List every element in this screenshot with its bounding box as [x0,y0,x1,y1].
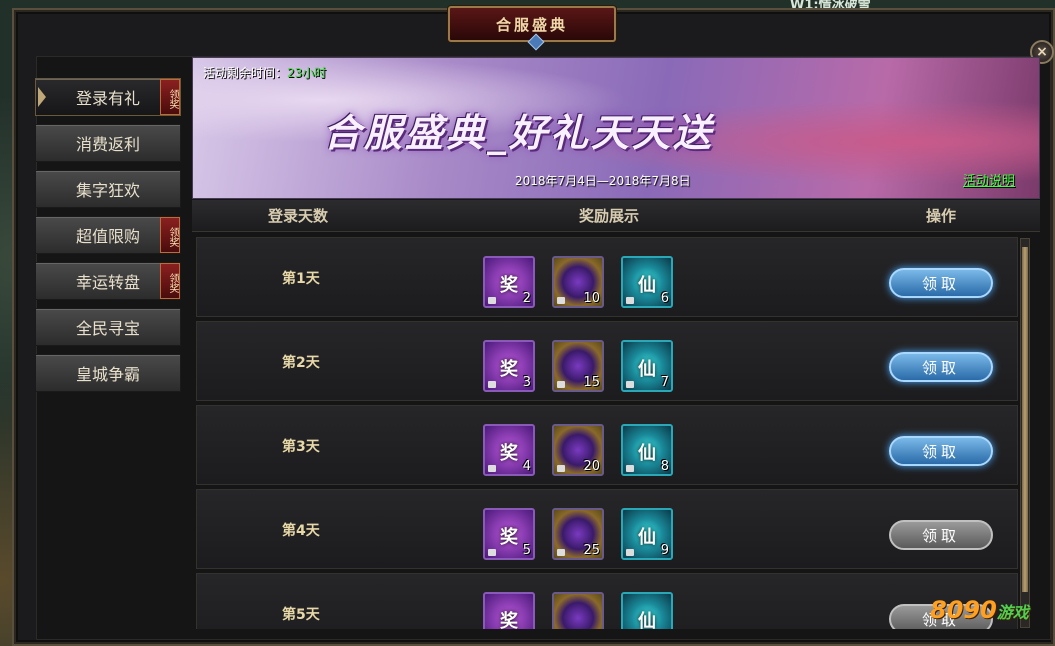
day-label: 第5天 [282,607,320,623]
sidebar-item-label: 消费返利 [75,135,140,154]
sidebar-item-label: 超值限购 [75,227,140,246]
item-count: 25 [583,543,600,558]
event-sidebar: 登录有礼 领奖 消费返利 集字狂欢 超值限购 领奖 幸运转盘 领奖 全民寻宝 皇… [35,78,185,400]
sidebar-item-label: 全民寻宝 [75,319,140,338]
reward-list: 第1天 奖2 10 仙6 领取 第2天 奖3 15 仙7 领取 第3天 奖4 2… [196,237,1018,629]
sidebar-item-label: 集字狂欢 [75,181,140,200]
reward-scroll-icon[interactable]: 奖2 [483,256,535,308]
reward-row: 第2天 奖3 15 仙7 领取 [196,321,1018,401]
lock-icon [557,465,565,472]
header-action: 操作 [926,207,957,225]
reward-immortal-icon[interactable]: 仙7 [621,340,673,392]
sidebar-item-castle-war[interactable]: 皇城争霸 [35,354,181,392]
reward-chest-icon[interactable]: 20 [552,424,604,476]
reward-immortal-icon[interactable]: 仙 [621,592,673,629]
item-count: 10 [583,291,600,306]
reward-row: 第1天 奖2 10 仙6 领取 [196,237,1018,317]
day-label: 第4天 [282,523,320,539]
item-count: 3 [522,375,531,390]
claim-badge: 领奖 [160,217,180,253]
reward-row: 第3天 奖4 20 仙8 领取 [196,405,1018,485]
watermark-main: 8090 [930,596,997,624]
reward-list-scrollbar[interactable] [1020,238,1030,628]
timer-label: 活动剩余时间： [203,66,288,80]
event-banner: 活动剩余时间：23小时 合服盛典_好礼天天送 2018年7月4日—2018年7月… [192,57,1040,199]
lock-icon [488,297,496,304]
lock-icon [626,465,634,472]
sidebar-item-label: 登录有礼 [75,89,140,108]
item-count: 4 [522,459,531,474]
event-dates: 2018年7月4日—2018年7月8日 [515,174,691,188]
claim-badge: 领奖 [160,79,180,115]
item-count: 9 [660,543,669,558]
sidebar-item-label: 皇城争霸 [75,365,140,384]
item-count: 7 [660,375,669,390]
event-timer: 活动剩余时间：23小时 [203,64,326,81]
item-count: 20 [583,459,600,474]
reward-row: 第5天 奖 仙 领取 [196,573,1018,629]
day-label: 第2天 [282,355,320,371]
header-rewards: 奖励展示 [579,207,640,225]
claim-button[interactable]: 领取 [889,268,993,298]
lock-icon [557,381,565,388]
item-count: 2 [522,291,531,306]
sidebar-item-lucky-wheel[interactable]: 幸运转盘 领奖 [35,262,181,300]
lock-icon [626,549,634,556]
event-help-link[interactable]: 活动说明 [963,170,1015,189]
sidebar-item-treasure-hunt[interactable]: 全民寻宝 [35,308,181,346]
site-watermark: 8090游戏 [930,596,1029,624]
lock-icon [557,297,565,304]
claim-badge: 领奖 [160,263,180,299]
reward-chest-icon[interactable] [552,592,604,629]
item-count: 5 [522,543,531,558]
icon-glyph: 仙 [638,611,656,629]
lock-icon [488,465,496,472]
item-count: 6 [660,291,669,306]
reward-immortal-icon[interactable]: 仙9 [621,508,673,560]
sidebar-item-spend-rebate[interactable]: 消费返利 [35,124,181,162]
reward-chest-icon[interactable]: 15 [552,340,604,392]
reward-scroll-icon[interactable]: 奖 [483,592,535,629]
reward-row: 第4天 奖5 25 仙9 领取 [196,489,1018,569]
reward-immortal-icon[interactable]: 仙8 [621,424,673,476]
lock-icon [626,297,634,304]
icon-glyph: 奖 [500,611,518,629]
banner-title: 合服盛典_好礼天天送 [323,110,715,155]
sidebar-item-login-gift[interactable]: 登录有礼 领奖 [35,78,181,116]
reward-table-header: 登录天数 奖励展示 操作 [192,200,1040,232]
header-days: 登录天数 [268,207,329,225]
item-count: 15 [583,375,600,390]
sidebar-item-limited-purchase[interactable]: 超值限购 领奖 [35,216,181,254]
sidebar-item-word-collect[interactable]: 集字狂欢 [35,170,181,208]
timer-value: 23小时 [287,66,327,80]
lock-icon [488,549,496,556]
window-title: 合服盛典 [495,15,568,34]
day-label: 第1天 [282,271,320,287]
claim-button[interactable]: 领取 [889,352,993,382]
lock-icon [626,381,634,388]
claim-button-disabled[interactable]: 领取 [889,520,993,550]
watermark-sub: 游戏 [996,603,1029,622]
reward-scroll-icon[interactable]: 奖4 [483,424,535,476]
lock-icon [557,549,565,556]
reward-chest-icon[interactable]: 10 [552,256,604,308]
lock-icon [488,381,496,388]
item-count: 8 [660,459,669,474]
scrollbar-thumb[interactable] [1022,247,1028,592]
claim-button[interactable]: 领取 [889,436,993,466]
reward-scroll-icon[interactable]: 奖3 [483,340,535,392]
day-label: 第3天 [282,439,320,455]
reward-immortal-icon[interactable]: 仙6 [621,256,673,308]
sidebar-item-label: 幸运转盘 [75,273,140,292]
reward-chest-icon[interactable]: 25 [552,508,604,560]
reward-scroll-icon[interactable]: 奖5 [483,508,535,560]
